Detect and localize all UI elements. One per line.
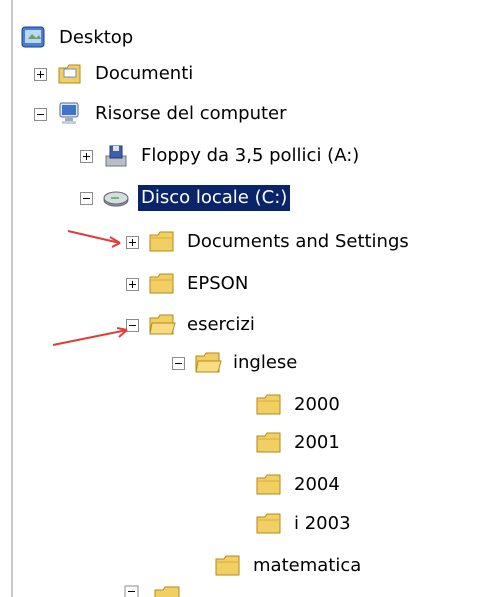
tree-item-esercizi[interactable]: esercizi	[126, 309, 258, 341]
tree-item-2000[interactable]: 2000	[255, 389, 343, 421]
tree-label: inglese	[233, 352, 298, 373]
tree-label: Floppy da 3,5 pollici (A:)	[141, 145, 360, 166]
folder-icon	[256, 394, 281, 415]
folder-icon	[256, 513, 281, 534]
tree-item-2001[interactable]: 2001	[255, 427, 343, 459]
tree-item-i-2003[interactable]: i 2003	[255, 508, 354, 540]
folder-icon	[149, 273, 174, 294]
tree-item-matematica[interactable]: matematica	[214, 550, 364, 582]
tree-label: Risorse del computer	[95, 103, 287, 124]
folder-icon	[149, 231, 174, 252]
folder-tree-pane: Desktop Documenti Risorse del computer F…	[0, 0, 494, 597]
tree-item-2004[interactable]: 2004	[255, 469, 343, 501]
tree-item-risorse[interactable]: Risorse del computer	[34, 98, 290, 130]
tree-label: i 2003	[294, 513, 351, 534]
tree-label: Desktop	[59, 27, 134, 48]
computer-icon	[59, 102, 79, 124]
folder-icon	[256, 432, 281, 453]
tree-label-selected: Disco locale (C:)	[138, 185, 291, 211]
hard-drive-icon	[103, 191, 129, 207]
tree-label: matematica	[253, 555, 362, 576]
folder-icon	[256, 474, 281, 495]
expand-plus-icon[interactable]	[34, 67, 47, 81]
next-item-partial	[124, 585, 180, 597]
annotation-arrow	[67, 230, 121, 248]
tree-label: Documenti	[95, 63, 194, 84]
tree-item-inglese[interactable]: inglese	[172, 347, 300, 379]
pane-border	[11, 0, 13, 597]
floppy-drive-icon	[105, 145, 127, 167]
open-folder-icon	[195, 352, 222, 373]
tree-label: esercizi	[187, 314, 255, 335]
annotation-arrow	[52, 327, 128, 346]
open-folder-icon	[149, 314, 176, 335]
tree-item-epson[interactable]: EPSON	[126, 268, 251, 300]
collapse-minus-icon[interactable]	[34, 107, 47, 121]
collapse-minus-icon[interactable]	[172, 356, 185, 370]
desktop-icon	[21, 26, 45, 48]
tree-label: 2001	[294, 432, 340, 453]
folder-icon	[215, 555, 240, 576]
expand-plus-icon[interactable]	[80, 149, 93, 163]
documents-folder-icon	[58, 64, 81, 84]
expand-plus-icon[interactable]	[126, 277, 139, 291]
collapse-minus-icon[interactable]	[80, 191, 93, 205]
tree-label: 2000	[294, 394, 340, 415]
tree-item-floppy[interactable]: Floppy da 3,5 pollici (A:)	[80, 140, 362, 172]
tree-item-documents-and-settings[interactable]: Documents and Settings	[126, 226, 412, 258]
tree-item-documenti[interactable]: Documenti	[34, 58, 196, 90]
tree-label: Documents and Settings	[187, 231, 409, 252]
tree-item-disco-locale[interactable]: Disco locale (C:)	[80, 182, 291, 214]
tree-item-desktop[interactable]: Desktop	[20, 22, 136, 54]
tree-label: 2004	[294, 474, 340, 495]
tree-label: EPSON	[187, 273, 249, 294]
